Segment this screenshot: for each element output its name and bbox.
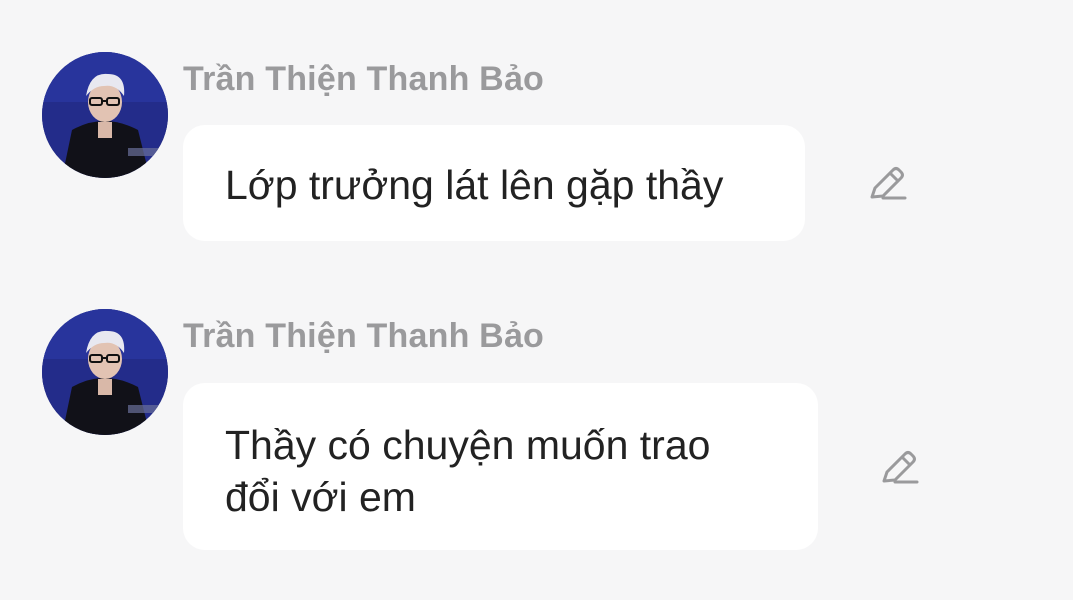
avatar[interactable] [42,309,168,435]
avatar-image [42,52,168,178]
message-bubble[interactable]: Thầy có chuyện muốn trao đổi với em [183,383,818,550]
avatar[interactable] [42,52,168,178]
sender-name: Trần Thiện Thanh Bảo [183,60,545,98]
edit-pencil-icon[interactable] [866,163,908,205]
chat-view: Trần Thiện Thanh Bảo Lớp trưởng lát lên … [0,0,1073,600]
sender-name: Trần Thiện Thanh Bảo [183,317,545,355]
edit-pencil-icon[interactable] [878,447,920,489]
message-bubble[interactable]: Lớp trưởng lát lên gặp thầy [183,125,805,241]
message-text: Lớp trưởng lát lên gặp thầy [225,162,724,208]
message-text: Thầy có chuyện muốn trao đổi với em [225,422,711,520]
avatar-image [42,309,168,435]
